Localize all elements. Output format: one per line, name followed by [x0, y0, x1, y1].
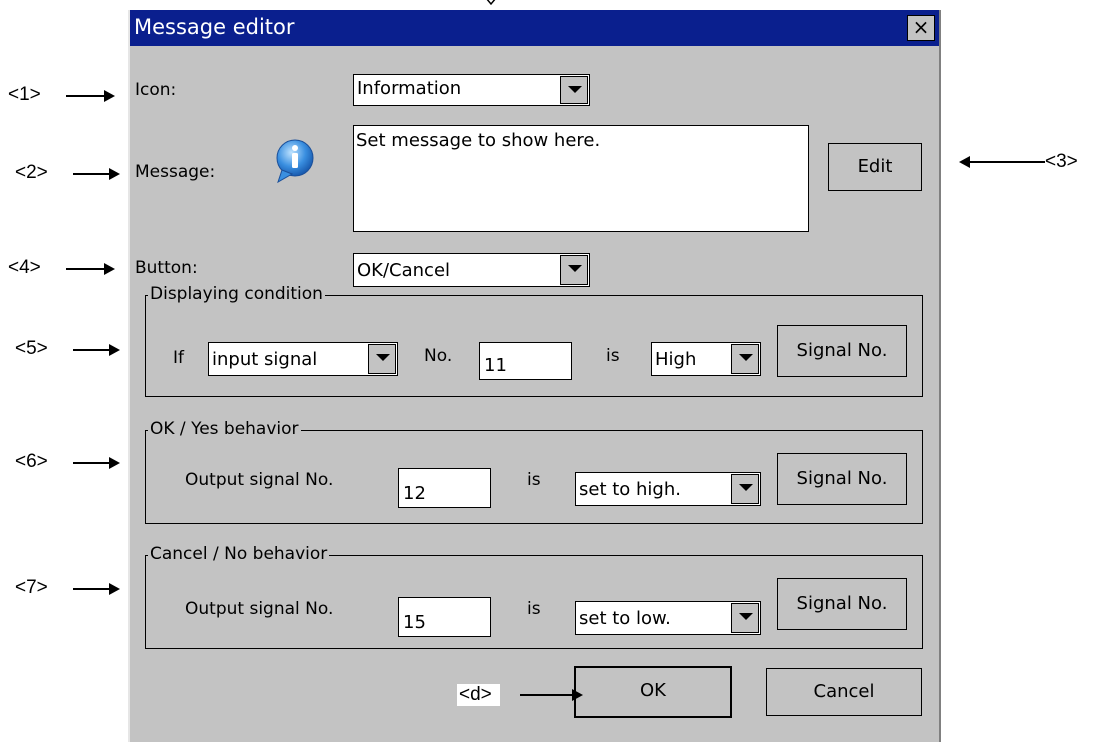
arrow-right-icon [104, 90, 115, 102]
title-bar: Message editor × [130, 10, 939, 46]
cancel-output-signal-value: 15 [403, 612, 426, 633]
chevron-down-icon[interactable] [731, 344, 759, 374]
arrow-right-icon [104, 263, 115, 275]
arrow-right-icon [572, 689, 583, 701]
callout-d: <d> [457, 684, 500, 706]
message-text: Set message to show here. [356, 130, 601, 151]
signal-type-value: input signal [212, 349, 318, 370]
ok-output-signal-label: Output signal No. [185, 470, 334, 490]
cancel-signal-no-button[interactable]: Signal No. [777, 578, 907, 630]
callout-5-arrow [73, 349, 111, 351]
icon-select-value: Information [357, 78, 462, 99]
callout-7-arrow [73, 588, 111, 590]
cancel-signal-no-button-label: Signal No. [796, 593, 888, 614]
cancel-action-select[interactable]: set to low. [575, 601, 761, 635]
chevron-down-icon[interactable] [731, 474, 759, 504]
callout-d-arrow [520, 694, 574, 696]
display-signal-number-input[interactable]: 11 [479, 342, 572, 380]
cancel-button-label: Cancel [813, 681, 875, 702]
display-signal-no-button-label: Signal No. [796, 340, 888, 361]
top-marker-icon [484, 0, 496, 8]
chevron-down-icon[interactable] [560, 255, 588, 285]
button-label: Button: [135, 258, 198, 278]
cancel-button[interactable]: Cancel [766, 668, 922, 716]
displaying-condition-title: Displaying condition [148, 284, 325, 304]
close-button[interactable]: × [907, 15, 935, 41]
callout-6-arrow [73, 462, 111, 464]
cancel-action-value: set to low. [579, 608, 671, 629]
arrow-right-icon [109, 583, 120, 595]
close-icon: × [912, 15, 930, 39]
ok-signal-no-button-label: Signal No. [796, 468, 888, 489]
icon-select[interactable]: Information [353, 74, 590, 106]
ok-output-signal-input[interactable]: 12 [398, 468, 491, 508]
message-label: Message: [135, 162, 216, 182]
callout-2-arrow [73, 173, 111, 175]
callout-4: <4> [8, 257, 41, 278]
callout-5: <5> [15, 338, 48, 359]
no-label: No. [424, 346, 453, 366]
icon-label: Icon: [135, 80, 177, 100]
chevron-down-icon[interactable] [368, 344, 396, 374]
ok-button-label: OK [640, 680, 666, 701]
chevron-down-icon[interactable] [560, 76, 588, 104]
callout-4-arrow [66, 268, 106, 270]
message-editor-dialog: Message editor × Icon: Information Messa… [128, 10, 941, 742]
callout-2: <2> [15, 162, 48, 183]
cancel-is-label: is [527, 599, 541, 619]
callout-1-arrow [66, 95, 106, 97]
arrow-right-icon [109, 344, 120, 356]
callout-3: <3> [1045, 151, 1078, 172]
callout-7: <7> [15, 577, 48, 598]
arrow-right-icon [109, 457, 120, 469]
edit-button-label: Edit [857, 156, 893, 177]
message-textarea[interactable]: Set message to show here. [353, 125, 809, 232]
callout-1: <1> [8, 84, 41, 105]
arrow-left-icon [959, 156, 970, 168]
ok-button[interactable]: OK [574, 666, 732, 718]
signal-type-select[interactable]: input signal [208, 342, 398, 376]
info-icon [274, 138, 316, 184]
display-signal-no-button[interactable]: Signal No. [777, 325, 907, 377]
ok-signal-no-button[interactable]: Signal No. [777, 453, 907, 505]
callout-3-arrow [969, 161, 1045, 163]
cancel-output-signal-label: Output signal No. [185, 599, 334, 619]
is-label: is [606, 346, 620, 366]
display-signal-number-value: 11 [484, 355, 507, 376]
chevron-down-icon[interactable] [731, 603, 759, 633]
ok-action-select[interactable]: set to high. [575, 472, 761, 506]
arrow-right-icon [109, 168, 120, 180]
if-label: If [173, 348, 184, 368]
signal-state-select[interactable]: High [651, 342, 761, 376]
ok-output-signal-value: 12 [403, 483, 426, 504]
ok-action-value: set to high. [579, 479, 681, 500]
button-type-select[interactable]: OK/Cancel [353, 253, 590, 287]
signal-state-value: High [655, 349, 697, 370]
dialog-title: Message editor [134, 15, 295, 39]
cancel-output-signal-input[interactable]: 15 [398, 597, 491, 637]
edit-button[interactable]: Edit [828, 143, 922, 191]
cancel-no-behavior-title: Cancel / No behavior [148, 544, 330, 564]
ok-is-label: is [527, 470, 541, 490]
button-type-value: OK/Cancel [357, 260, 451, 281]
callout-6: <6> [15, 451, 48, 472]
ok-yes-behavior-title: OK / Yes behavior [148, 419, 301, 439]
